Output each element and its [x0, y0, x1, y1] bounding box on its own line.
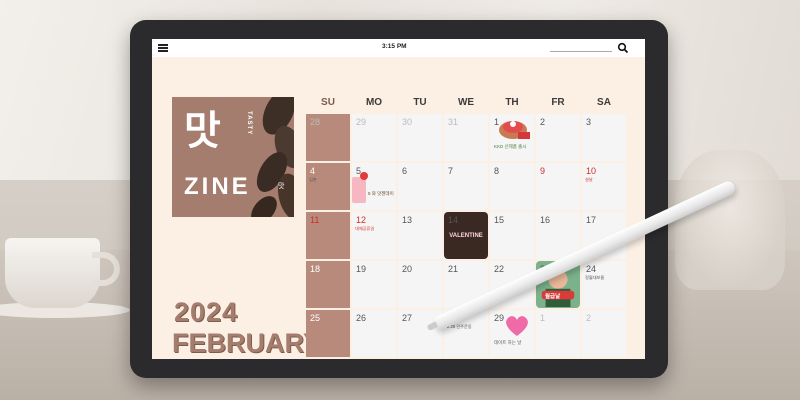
- calendar-day-cell[interactable]: 15: [490, 212, 534, 259]
- day-number: 29: [494, 313, 505, 323]
- day-number: 22: [494, 264, 505, 274]
- calendar-year: 2024: [174, 297, 239, 327]
- calendar-day-cell[interactable]: 3: [582, 114, 626, 161]
- calendar-day-cell[interactable]: 30: [398, 114, 442, 161]
- calendar-day-cell[interactable]: 28: [306, 114, 350, 161]
- day-number: 6: [402, 166, 408, 176]
- day-number: 17: [586, 215, 597, 225]
- calendar-day-cell[interactable]: 25: [306, 310, 350, 357]
- calendar-day-cell[interactable]: 11: [306, 212, 350, 259]
- tablet-screen: 3:15 PM 맛 TASTY ZINE 맛 2024 FEBRUARY SU …: [152, 39, 645, 359]
- calendar-day-cell[interactable]: 20: [398, 261, 442, 308]
- day-number: 14: [448, 215, 459, 225]
- calendar-day-cell[interactable]: 9: [536, 163, 580, 210]
- day-number: 8: [494, 166, 500, 176]
- day-number: 27: [402, 313, 413, 323]
- day-note: 대체공휴일: [355, 226, 375, 231]
- calendar-day-cell[interactable]: 7: [444, 163, 488, 210]
- day-number: 19: [356, 264, 367, 274]
- logo: 맛 TASTY ZINE 맛: [172, 97, 294, 217]
- heart-sticker-label: 데이트 하는 날: [494, 340, 522, 345]
- day-number: 10: [586, 166, 597, 176]
- calendar-day-cell[interactable]: 55 와 맛젠데이: [352, 163, 396, 210]
- day-number: 11: [310, 215, 320, 225]
- day-number: 21: [448, 264, 459, 274]
- day-number: 9: [540, 166, 546, 176]
- calendar-day-cell[interactable]: 1 KKD 신제품 출시: [490, 114, 534, 161]
- day-number: 29: [356, 117, 367, 127]
- menu-icon[interactable]: [158, 44, 168, 52]
- status-bar: 3:15 PM: [152, 39, 645, 57]
- calendar-day-cell[interactable]: 12 대체공휴일: [352, 212, 396, 259]
- calendar-day-cell[interactable]: 1: [536, 310, 580, 357]
- search-input[interactable]: [550, 45, 612, 52]
- strawberry-milk-sticker-label: 5 와 맛젠데이: [368, 191, 394, 196]
- calendar-week-row: 4 입춘 5 5 와 맛젠데이 6 7 8 9 10 설날: [305, 162, 627, 211]
- calendar-day-cell[interactable]: 2: [582, 310, 626, 357]
- logo-small-text: 맛: [278, 183, 285, 190]
- day-number: 25: [310, 313, 321, 323]
- day-number: 2: [540, 117, 546, 127]
- day-number: 12: [356, 215, 367, 225]
- day-number: 16: [540, 215, 551, 225]
- calendar-week-row: 28 29 30 31 1 KKD 신제품 출시 2 3: [305, 113, 627, 162]
- day-number: 30: [402, 117, 413, 127]
- calendar-day-cell[interactable]: 10 설날: [582, 163, 626, 210]
- donut-sticker-label: KKD 신제품 출시: [494, 144, 527, 149]
- day-number: 1: [540, 313, 546, 323]
- day-number: 20: [402, 264, 413, 274]
- day-number: 15: [494, 215, 505, 225]
- heart-sticker: [504, 314, 530, 338]
- day-number: 4: [310, 166, 316, 176]
- calendar-day-cell[interactable]: 31: [444, 114, 488, 161]
- calendar-day-cell[interactable]: 8: [490, 163, 534, 210]
- calendar-day-cell[interactable]: 6: [398, 163, 442, 210]
- day-number: 3: [586, 117, 592, 127]
- day-number: 28: [310, 117, 321, 127]
- calendar-day-cell[interactable]: 2: [536, 114, 580, 161]
- logo-main-text: 맛: [184, 108, 221, 154]
- calendar-day-cell[interactable]: VALENTINE 14: [444, 212, 488, 259]
- coffee-cup: [5, 238, 100, 308]
- day-number: 26: [356, 313, 367, 323]
- day-note: 입춘: [309, 177, 317, 182]
- day-number: 24: [586, 264, 597, 274]
- calendar-day-cell[interactable]: 13: [398, 212, 442, 259]
- calendar-day-cell[interactable]: 19: [352, 261, 396, 308]
- logo-vertical-text: TASTY: [246, 111, 252, 136]
- day-number: 31: [448, 117, 459, 127]
- donut-sticker: [496, 116, 530, 142]
- background-vase: [675, 150, 785, 290]
- calendar-day-cell[interactable]: 29: [352, 114, 396, 161]
- day-number: 2: [586, 313, 592, 323]
- payday-sticker-label: 월급날: [545, 294, 561, 300]
- logo-zine-text: ZINE: [184, 173, 251, 200]
- strawberry-milk-sticker: [348, 171, 370, 205]
- calendar-day-cell[interactable]: 26: [352, 310, 396, 357]
- day-number: 7: [448, 166, 454, 176]
- day-number: 18: [310, 264, 321, 274]
- calendar-day-cell[interactable]: 24 정월대보름: [582, 261, 626, 308]
- clock: 3:15 PM: [382, 43, 407, 50]
- calendar-grid: 28 29 30 31 1 KKD 신제품 출시 2 3 4 입춘 5 5 와 맛젠데이 6 7 8 9 10 설…: [305, 113, 627, 358]
- day-note: 설날: [585, 177, 593, 182]
- tablet: 3:15 PM 맛 TASTY ZINE 맛 2024 FEBRUARY SU …: [130, 20, 668, 378]
- calendar-month: FEBRUARY: [172, 328, 322, 358]
- day-number: 13: [402, 215, 413, 225]
- search-icon[interactable]: [617, 42, 629, 54]
- calendar-day-cell[interactable]: 29 데이트 하는 날: [490, 310, 534, 357]
- calendar-day-cell[interactable]: 4 입춘: [306, 163, 350, 210]
- calendar-day-cell[interactable]: 18: [306, 261, 350, 308]
- day-note: 정월대보름: [585, 275, 605, 280]
